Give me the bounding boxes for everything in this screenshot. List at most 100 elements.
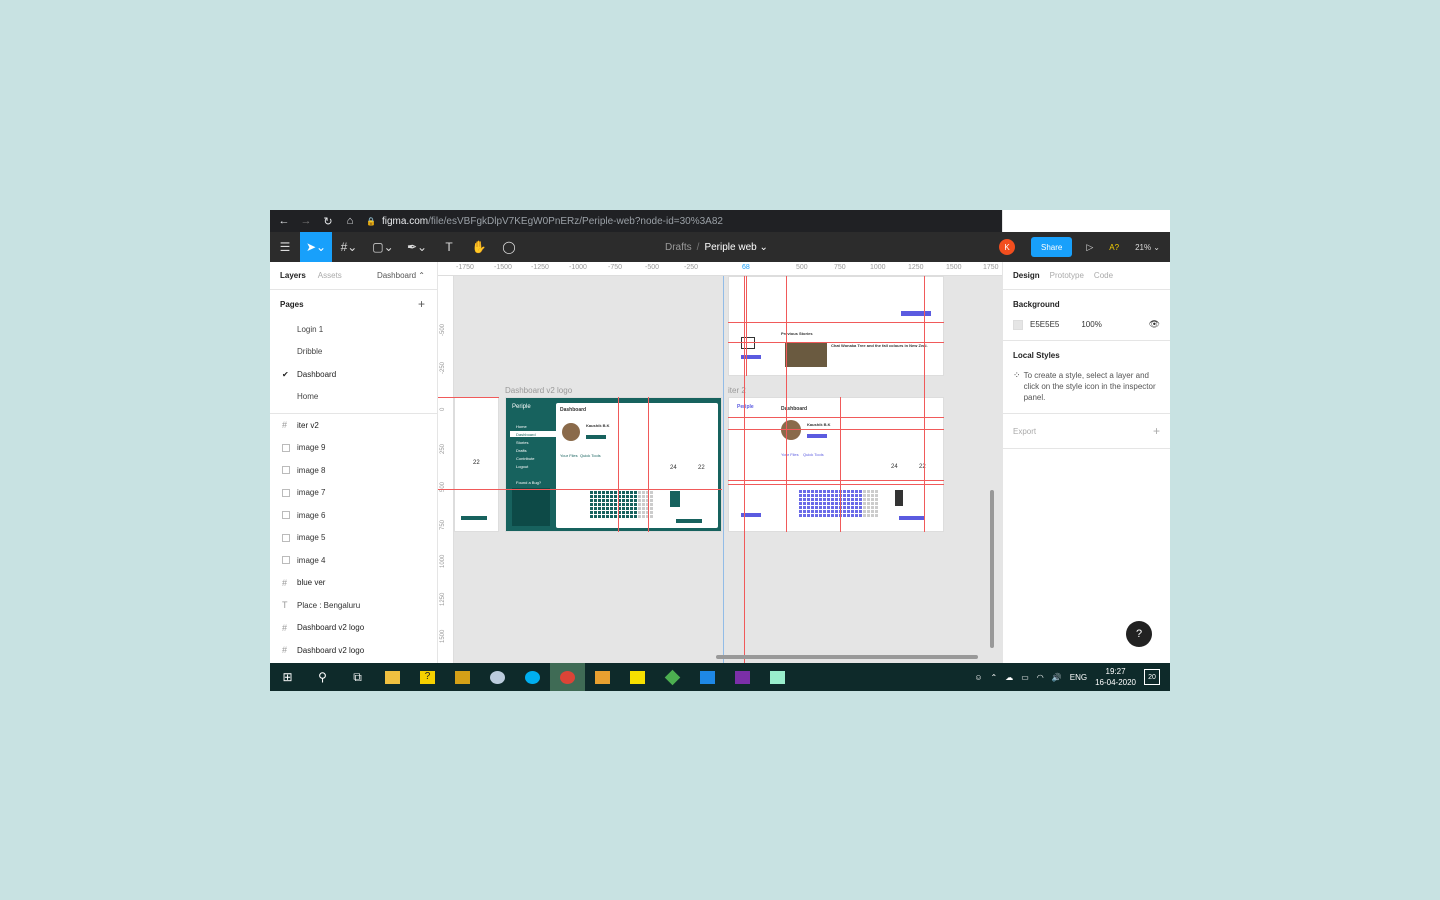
page-item-dashboard[interactable]: ✔ Dashboard (270, 363, 437, 386)
ruler-tick: 0 (440, 407, 446, 411)
chevron-up-icon[interactable]: ⌃ (991, 673, 998, 682)
layer-item[interactable]: image 9 (270, 437, 437, 460)
onedrive-icon[interactable]: ☁ (1005, 673, 1013, 682)
battery-icon[interactable]: ▭ (1021, 673, 1029, 682)
text-tool-icon[interactable]: T (434, 232, 464, 262)
page-selector[interactable]: Dashboard ⌃ (377, 271, 425, 280)
chrome-icon[interactable] (550, 663, 585, 691)
app-icon[interactable] (760, 663, 795, 691)
heatmap-cell (871, 510, 874, 513)
present-play-icon[interactable]: ▷ (1086, 242, 1093, 253)
horizontal-scrollbar[interactable] (716, 655, 978, 659)
tab-design[interactable]: Design (1013, 271, 1040, 280)
skype-icon[interactable] (515, 663, 550, 691)
vertical-scrollbar[interactable] (990, 490, 994, 648)
help-button[interactable]: ? (1126, 621, 1152, 647)
tab-layers[interactable]: Layers (280, 271, 306, 280)
wifi-icon[interactable]: ◠ (1037, 673, 1044, 682)
hamburger-menu-icon[interactable]: ☰ (270, 232, 300, 262)
background-opacity-input[interactable]: 100% (1081, 320, 1101, 329)
windows-start-icon[interactable]: ⊞ (270, 663, 305, 691)
onenote-icon[interactable] (725, 663, 760, 691)
add-export-button[interactable]: + (1153, 424, 1160, 438)
layer-item[interactable]: image 8 (270, 459, 437, 482)
layer-item[interactable]: # blue ver (270, 572, 437, 595)
breadcrumb-drafts[interactable]: Drafts (665, 242, 692, 253)
user-avatar[interactable]: K (998, 239, 1015, 255)
help-app-icon[interactable]: ? (410, 663, 445, 691)
layer-item[interactable]: image 5 (270, 527, 437, 550)
reload-icon[interactable]: ↻ (320, 213, 336, 229)
layer-item[interactable]: # iter v2 (270, 414, 437, 437)
layer-item[interactable]: T Place : Bengaluru (270, 594, 437, 617)
heatmap-cell (594, 511, 597, 514)
frame-cropped[interactable]: 22 (454, 397, 499, 532)
language-indicator[interactable]: ENG (1070, 673, 1087, 682)
app-icon[interactable] (480, 663, 515, 691)
app-icon[interactable] (445, 663, 480, 691)
heatmap-cell (602, 495, 605, 498)
heatmap-cell (811, 498, 814, 501)
guide-line (723, 276, 724, 663)
share-button[interactable]: Share (1030, 237, 1073, 257)
background-hex-input[interactable]: E5E5E5 (1030, 320, 1059, 329)
home-icon[interactable]: ⌂ (342, 213, 358, 229)
frame-stories[interactable]: Previous Stories Chat Wonaka Tree and th… (728, 276, 944, 376)
file-explorer-icon[interactable] (375, 663, 410, 691)
layer-item[interactable]: image 7 (270, 482, 437, 505)
heatmap-cell (855, 506, 858, 509)
page-item-dribble[interactable]: Dribble (270, 341, 437, 364)
pen-tool-icon[interactable]: ✒⌄ (400, 232, 434, 262)
sticky-notes-icon[interactable] (620, 663, 655, 691)
add-page-button[interactable]: + (418, 297, 425, 311)
editor-area: Layers Assets Dashboard ⌃ Pages + Login … (270, 262, 1170, 663)
page-item-home[interactable]: Home (270, 386, 437, 409)
search-icon[interactable]: ⚲ (305, 663, 340, 691)
ruler-tick: 1000 (440, 554, 446, 568)
page-item-login[interactable]: Login 1 (270, 318, 437, 341)
page-label: Dribble (297, 347, 323, 357)
guide-line (728, 429, 944, 430)
hand-tool-icon[interactable]: ✋ (464, 232, 494, 262)
heatmap-cell (610, 511, 613, 514)
back-icon[interactable]: ← (276, 213, 292, 229)
layer-item[interactable]: # Dashboard v2 logo (270, 639, 437, 662)
tab-code[interactable]: Code (1094, 271, 1113, 280)
heatmap-cell (843, 506, 846, 509)
task-view-icon[interactable]: ⧉ (340, 663, 375, 691)
heatmap-cell (851, 506, 854, 509)
move-tool-icon[interactable]: ➤⌄ (300, 232, 332, 262)
heatmap-cell (594, 499, 597, 502)
zoom-dropdown[interactable]: 21% ⌄ (1135, 243, 1160, 252)
missing-fonts-button[interactable]: A? (1109, 243, 1119, 252)
forward-icon[interactable]: → (298, 213, 314, 229)
tab-prototype[interactable]: Prototype (1050, 271, 1084, 280)
people-icon[interactable]: ☺ (974, 673, 982, 682)
heatmap-cell (638, 515, 641, 518)
frame-tool-icon[interactable]: #⌄ (332, 232, 366, 262)
app-icon[interactable] (585, 663, 620, 691)
tab-assets[interactable]: Assets (318, 271, 342, 280)
mini-quick-tools: Quick Tools (803, 452, 824, 457)
app-icon[interactable] (655, 663, 690, 691)
canvas[interactable]: -1750 -1500 -1250 -1000 -750 -500 -250 6… (438, 262, 1002, 663)
heatmap-cell (614, 511, 617, 514)
ruler-tick: -750 (608, 264, 623, 271)
heatmap-cell (634, 495, 637, 498)
layer-item[interactable]: # Dashboard v2 logo (270, 617, 437, 640)
clock[interactable]: 19:27 16-04-2020 (1095, 666, 1136, 688)
shape-tool-icon[interactable]: ▢⌄ (366, 232, 400, 262)
frame-dashboard-v2-logo[interactable]: Periple Home Dashboard Stories Drafts Co… (505, 397, 722, 532)
heatmap-cell (827, 502, 830, 505)
background-heading: Background (1013, 300, 1060, 309)
notifications-icon[interactable]: 20 (1144, 669, 1160, 685)
guide-line (924, 276, 925, 532)
background-swatch[interactable] (1013, 319, 1023, 330)
layer-item[interactable]: image 4 (270, 549, 437, 572)
eye-icon[interactable]: 👁 (1149, 319, 1160, 330)
comment-tool-icon[interactable]: ◯ (494, 232, 524, 262)
file-name[interactable]: Periple web ⌄ (704, 242, 767, 253)
layer-item[interactable]: image 6 (270, 504, 437, 527)
vscode-icon[interactable] (690, 663, 725, 691)
volume-icon[interactable]: 🔊 (1052, 673, 1062, 682)
